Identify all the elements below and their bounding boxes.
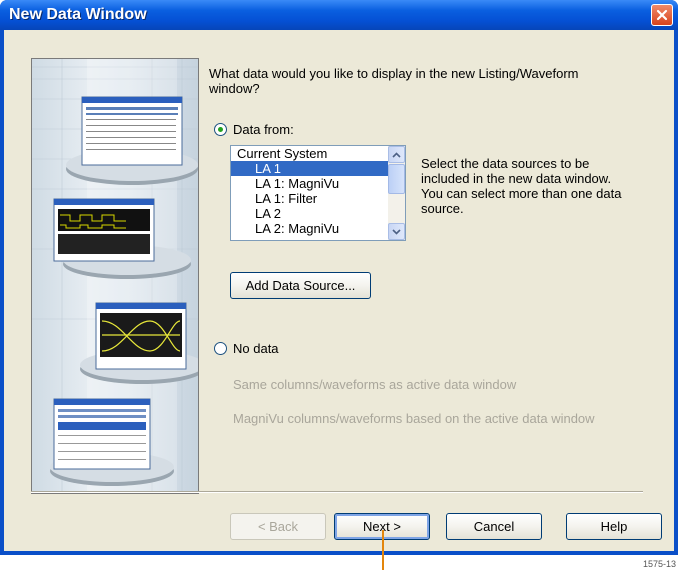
radio-button-checked[interactable] [214,123,227,136]
callout-pointer-line [382,530,384,570]
scroll-up-button[interactable] [388,146,405,163]
cancel-button[interactable]: Cancel [446,513,542,540]
chevron-down-icon [392,228,401,235]
chevron-up-icon [392,151,401,158]
wizard-illustration [31,58,199,494]
no-data-option-magnivu-columns: MagniVu columns/waveforms based on the a… [233,411,595,426]
dialog-body: What data would you like to display in t… [4,30,674,551]
close-button[interactable] [651,4,673,26]
close-icon [656,9,668,21]
no-data-option-same-columns: Same columns/waveforms as active data wi… [233,377,517,392]
list-item[interactable]: Current System [231,146,388,161]
button-separator [31,491,643,493]
list-item[interactable]: LA 1: Filter [231,191,388,206]
data-source-listbox[interactable]: Current System LA 1 LA 1: MagniVu LA 1: Fil… [230,145,406,241]
listbox-scrollbar[interactable] [388,146,405,240]
scroll-down-button[interactable] [388,223,405,240]
list-item[interactable]: LA 1: MagniVu [231,176,388,191]
list-item[interactable]: LA 1 [231,161,388,176]
question-text: What data would you like to display in t… [209,66,579,96]
help-button[interactable]: Help [566,513,662,540]
radio-data-from-label: Data from: [233,122,294,137]
radio-no-data[interactable]: No data [214,341,279,356]
figure-id-label: 1575-13 [642,559,676,569]
window-title: New Data Window [9,6,147,23]
title-bar[interactable]: New Data Window [0,0,678,30]
scroll-thumb[interactable] [388,164,405,194]
radio-button-unchecked[interactable] [214,342,227,355]
list-item[interactable]: LA 2: MagniVu [231,221,388,236]
dialog-window: New Data Window What data would you like… [0,0,678,555]
back-button[interactable]: < Back [230,513,326,540]
data-source-list: Current System LA 1 LA 1: MagniVu LA 1: Fil… [231,146,388,240]
radio-data-from[interactable]: Data from: [214,122,294,137]
radio-no-data-label: No data [233,341,279,356]
list-item[interactable]: LA 2 [231,206,388,221]
data-source-help-text: Select the data sources to be included i… [421,156,622,216]
add-data-source-button[interactable]: Add Data Source... [230,272,371,299]
